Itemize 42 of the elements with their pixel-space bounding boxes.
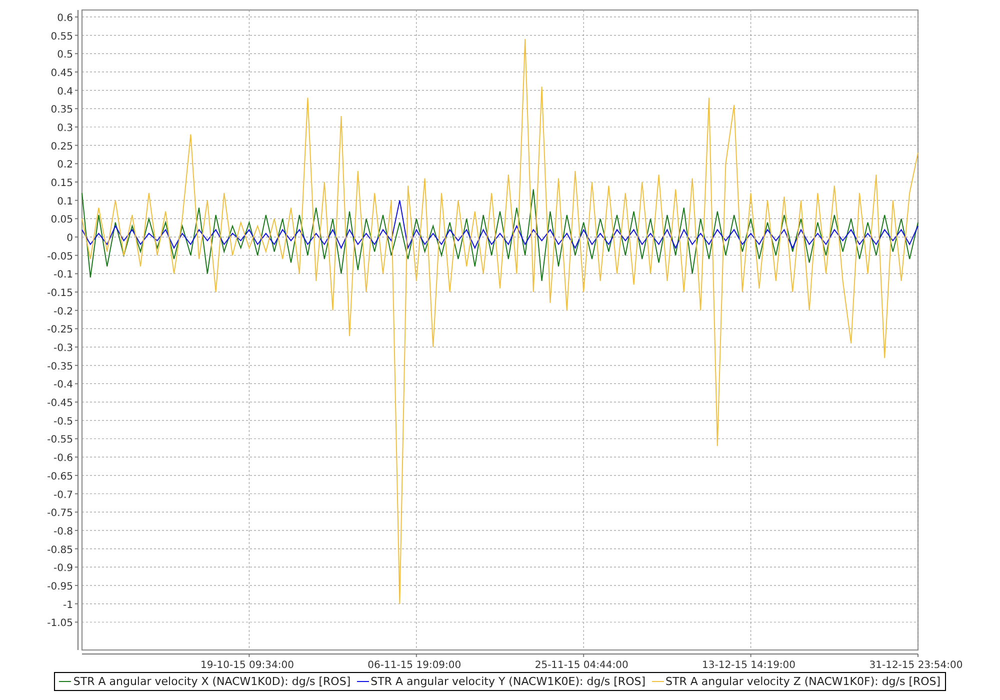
y-axis-tick-label: -0.2 bbox=[53, 306, 73, 318]
y-axis-tick-label: 0.55 bbox=[50, 31, 73, 42]
y-axis-tick-label: 0.15 bbox=[50, 178, 73, 189]
y-axis-tick-label: -0.6 bbox=[53, 453, 73, 464]
y-axis-tick-label: -0.4 bbox=[53, 380, 73, 391]
y-axis-tick-label: 0.1 bbox=[57, 196, 73, 208]
y-axis-tick-label: -0.85 bbox=[47, 544, 73, 556]
y-axis-tick-label: -0.9 bbox=[53, 563, 73, 574]
y-axis-tick-label: -0.45 bbox=[47, 398, 73, 410]
y-axis-tick-label: 0.25 bbox=[50, 141, 73, 152]
y-axis-tick-label: -1.05 bbox=[47, 618, 73, 630]
y-axis-tick-label: -0.65 bbox=[47, 471, 73, 482]
x-axis-tick-label: 25-11-15 04:44:00 bbox=[534, 660, 628, 671]
y-axis-tick-label: -0.7 bbox=[53, 490, 73, 501]
y-axis-tick-label: 0 bbox=[66, 233, 73, 244]
y-axis-tick-label: -0.35 bbox=[47, 361, 73, 372]
x-axis-tick-label: 13-12-15 14:19:00 bbox=[702, 660, 796, 671]
y-axis-tick-label: -1 bbox=[63, 600, 73, 611]
y-axis-tick-label: 0.5 bbox=[57, 50, 73, 61]
y-axis-tick-label: 0.3 bbox=[57, 123, 73, 134]
y-axis-tick-label: 0.35 bbox=[50, 104, 73, 116]
y-axis-tick-label: -0.75 bbox=[47, 508, 73, 520]
y-axis-tick-label: 0.4 bbox=[57, 86, 73, 98]
legend-label: STR A angular velocity X (NACW1K0D): dg/s [ROS] bbox=[73, 675, 351, 688]
legend-label: STR A angular velocity Y (NACW1K0E): dg/s [ROS] bbox=[370, 675, 646, 688]
y-axis-tick-label: -0.3 bbox=[53, 343, 73, 354]
y-axis-tick-label: 0.6 bbox=[57, 12, 73, 24]
x-axis-tick-label: 06-11-15 19:09:00 bbox=[368, 660, 462, 671]
y-axis-tick-label: 0.45 bbox=[50, 68, 73, 79]
y-axis-tick-label: -0.15 bbox=[47, 288, 73, 300]
y-axis-tick-label: -0.1 bbox=[53, 270, 73, 281]
y-axis-tick-label: -0.25 bbox=[47, 324, 73, 336]
x-axis-tick-label: 19-10-15 09:34:00 bbox=[200, 660, 294, 671]
x-axis-tick-label: 31-12-15 23:54:00 bbox=[869, 660, 963, 671]
y-axis-tick-label: -0.95 bbox=[47, 581, 73, 592]
legend-label: STR A angular velocity Z (NACW1K0F): dg/s [ROS] bbox=[666, 675, 941, 688]
y-axis-tick-label: 0.05 bbox=[50, 214, 73, 226]
y-axis-tick-label: -0.5 bbox=[53, 416, 73, 428]
y-axis-tick-label: 0.2 bbox=[57, 160, 73, 171]
y-axis-tick-label: -0.05 bbox=[47, 251, 73, 262]
y-axis-tick-label: -0.8 bbox=[53, 526, 73, 538]
y-axis-tick-label: -0.55 bbox=[47, 434, 73, 446]
